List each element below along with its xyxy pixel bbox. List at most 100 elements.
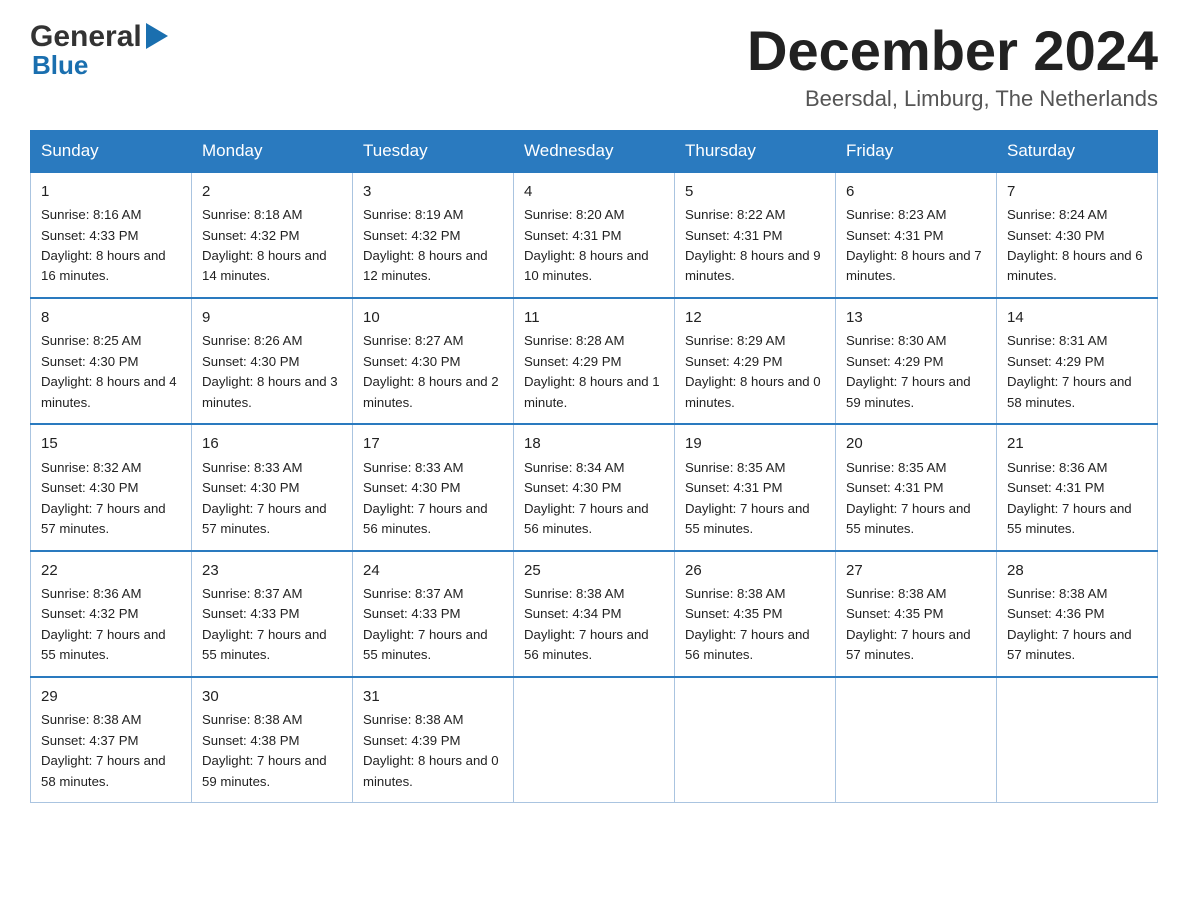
day-number: 4	[524, 181, 664, 204]
calendar-cell: 9 Sunrise: 8:26 AMSunset: 4:30 PMDayligh…	[192, 298, 353, 424]
calendar-cell: 17 Sunrise: 8:33 AMSunset: 4:30 PMDaylig…	[353, 424, 514, 550]
day-number: 7	[1007, 181, 1147, 204]
col-friday: Friday	[836, 130, 997, 172]
day-info: Sunrise: 8:25 AMSunset: 4:30 PMDaylight:…	[41, 333, 177, 409]
calendar-cell: 7 Sunrise: 8:24 AMSunset: 4:30 PMDayligh…	[997, 172, 1158, 298]
day-number: 25	[524, 560, 664, 583]
logo-general-text: General	[30, 20, 142, 54]
calendar-cell: 27 Sunrise: 8:38 AMSunset: 4:35 PMDaylig…	[836, 551, 997, 677]
day-info: Sunrise: 8:35 AMSunset: 4:31 PMDaylight:…	[685, 460, 810, 536]
calendar-cell: 5 Sunrise: 8:22 AMSunset: 4:31 PMDayligh…	[675, 172, 836, 298]
calendar-cell: 31 Sunrise: 8:38 AMSunset: 4:39 PMDaylig…	[353, 677, 514, 803]
day-info: Sunrise: 8:38 AMSunset: 4:35 PMDaylight:…	[685, 586, 810, 662]
calendar-cell: 23 Sunrise: 8:37 AMSunset: 4:33 PMDaylig…	[192, 551, 353, 677]
day-number: 13	[846, 307, 986, 330]
calendar-week-row: 15 Sunrise: 8:32 AMSunset: 4:30 PMDaylig…	[31, 424, 1158, 550]
day-info: Sunrise: 8:29 AMSunset: 4:29 PMDaylight:…	[685, 333, 821, 409]
day-number: 28	[1007, 560, 1147, 583]
month-title: December 2024	[747, 20, 1158, 82]
day-info: Sunrise: 8:18 AMSunset: 4:32 PMDaylight:…	[202, 207, 327, 283]
day-number: 23	[202, 560, 342, 583]
day-number: 24	[363, 560, 503, 583]
calendar-cell: 29 Sunrise: 8:38 AMSunset: 4:37 PMDaylig…	[31, 677, 192, 803]
day-info: Sunrise: 8:24 AMSunset: 4:30 PMDaylight:…	[1007, 207, 1143, 283]
day-info: Sunrise: 8:37 AMSunset: 4:33 PMDaylight:…	[363, 586, 488, 662]
calendar-cell	[836, 677, 997, 803]
day-number: 9	[202, 307, 342, 330]
day-info: Sunrise: 8:36 AMSunset: 4:32 PMDaylight:…	[41, 586, 166, 662]
calendar-header-row: Sunday Monday Tuesday Wednesday Thursday…	[31, 130, 1158, 172]
col-monday: Monday	[192, 130, 353, 172]
calendar-week-row: 29 Sunrise: 8:38 AMSunset: 4:37 PMDaylig…	[31, 677, 1158, 803]
day-info: Sunrise: 8:38 AMSunset: 4:38 PMDaylight:…	[202, 712, 327, 788]
calendar-cell	[514, 677, 675, 803]
day-number: 14	[1007, 307, 1147, 330]
calendar-cell: 30 Sunrise: 8:38 AMSunset: 4:38 PMDaylig…	[192, 677, 353, 803]
day-info: Sunrise: 8:30 AMSunset: 4:29 PMDaylight:…	[846, 333, 971, 409]
day-info: Sunrise: 8:34 AMSunset: 4:30 PMDaylight:…	[524, 460, 649, 536]
calendar-cell: 11 Sunrise: 8:28 AMSunset: 4:29 PMDaylig…	[514, 298, 675, 424]
calendar-cell: 21 Sunrise: 8:36 AMSunset: 4:31 PMDaylig…	[997, 424, 1158, 550]
calendar-cell	[997, 677, 1158, 803]
calendar-cell: 3 Sunrise: 8:19 AMSunset: 4:32 PMDayligh…	[353, 172, 514, 298]
day-info: Sunrise: 8:20 AMSunset: 4:31 PMDaylight:…	[524, 207, 649, 283]
calendar-cell: 2 Sunrise: 8:18 AMSunset: 4:32 PMDayligh…	[192, 172, 353, 298]
calendar-cell: 15 Sunrise: 8:32 AMSunset: 4:30 PMDaylig…	[31, 424, 192, 550]
day-info: Sunrise: 8:38 AMSunset: 4:36 PMDaylight:…	[1007, 586, 1132, 662]
day-number: 29	[41, 686, 181, 709]
calendar-cell: 16 Sunrise: 8:33 AMSunset: 4:30 PMDaylig…	[192, 424, 353, 550]
calendar-cell: 8 Sunrise: 8:25 AMSunset: 4:30 PMDayligh…	[31, 298, 192, 424]
day-number: 1	[41, 181, 181, 204]
day-number: 30	[202, 686, 342, 709]
calendar-cell: 6 Sunrise: 8:23 AMSunset: 4:31 PMDayligh…	[836, 172, 997, 298]
day-info: Sunrise: 8:37 AMSunset: 4:33 PMDaylight:…	[202, 586, 327, 662]
col-thursday: Thursday	[675, 130, 836, 172]
day-info: Sunrise: 8:38 AMSunset: 4:39 PMDaylight:…	[363, 712, 499, 788]
day-number: 10	[363, 307, 503, 330]
calendar-cell: 12 Sunrise: 8:29 AMSunset: 4:29 PMDaylig…	[675, 298, 836, 424]
title-area: December 2024 Beersdal, Limburg, The Net…	[747, 20, 1158, 112]
day-info: Sunrise: 8:38 AMSunset: 4:37 PMDaylight:…	[41, 712, 166, 788]
day-number: 18	[524, 433, 664, 456]
day-info: Sunrise: 8:38 AMSunset: 4:35 PMDaylight:…	[846, 586, 971, 662]
calendar-cell: 20 Sunrise: 8:35 AMSunset: 4:31 PMDaylig…	[836, 424, 997, 550]
calendar-cell: 13 Sunrise: 8:30 AMSunset: 4:29 PMDaylig…	[836, 298, 997, 424]
day-info: Sunrise: 8:26 AMSunset: 4:30 PMDaylight:…	[202, 333, 338, 409]
day-number: 16	[202, 433, 342, 456]
day-number: 11	[524, 307, 664, 330]
day-number: 21	[1007, 433, 1147, 456]
calendar-cell: 4 Sunrise: 8:20 AMSunset: 4:31 PMDayligh…	[514, 172, 675, 298]
calendar-cell: 14 Sunrise: 8:31 AMSunset: 4:29 PMDaylig…	[997, 298, 1158, 424]
calendar-table: Sunday Monday Tuesday Wednesday Thursday…	[30, 130, 1158, 804]
calendar-cell: 19 Sunrise: 8:35 AMSunset: 4:31 PMDaylig…	[675, 424, 836, 550]
day-info: Sunrise: 8:28 AMSunset: 4:29 PMDaylight:…	[524, 333, 660, 409]
calendar-cell: 1 Sunrise: 8:16 AMSunset: 4:33 PMDayligh…	[31, 172, 192, 298]
col-saturday: Saturday	[997, 130, 1158, 172]
day-info: Sunrise: 8:36 AMSunset: 4:31 PMDaylight:…	[1007, 460, 1132, 536]
page-header: General Blue December 2024 Beersdal, Lim…	[30, 20, 1158, 112]
logo-arrow-icon	[146, 23, 168, 49]
calendar-cell: 10 Sunrise: 8:27 AMSunset: 4:30 PMDaylig…	[353, 298, 514, 424]
calendar-cell	[675, 677, 836, 803]
logo-blue-text: Blue	[32, 50, 88, 81]
day-number: 5	[685, 181, 825, 204]
day-info: Sunrise: 8:32 AMSunset: 4:30 PMDaylight:…	[41, 460, 166, 536]
calendar-cell: 25 Sunrise: 8:38 AMSunset: 4:34 PMDaylig…	[514, 551, 675, 677]
calendar-cell: 18 Sunrise: 8:34 AMSunset: 4:30 PMDaylig…	[514, 424, 675, 550]
day-number: 31	[363, 686, 503, 709]
day-info: Sunrise: 8:35 AMSunset: 4:31 PMDaylight:…	[846, 460, 971, 536]
calendar-cell: 22 Sunrise: 8:36 AMSunset: 4:32 PMDaylig…	[31, 551, 192, 677]
day-number: 17	[363, 433, 503, 456]
day-info: Sunrise: 8:31 AMSunset: 4:29 PMDaylight:…	[1007, 333, 1132, 409]
col-sunday: Sunday	[31, 130, 192, 172]
day-number: 22	[41, 560, 181, 583]
col-tuesday: Tuesday	[353, 130, 514, 172]
calendar-cell: 24 Sunrise: 8:37 AMSunset: 4:33 PMDaylig…	[353, 551, 514, 677]
calendar-cell: 26 Sunrise: 8:38 AMSunset: 4:35 PMDaylig…	[675, 551, 836, 677]
day-number: 8	[41, 307, 181, 330]
calendar-cell: 28 Sunrise: 8:38 AMSunset: 4:36 PMDaylig…	[997, 551, 1158, 677]
day-number: 3	[363, 181, 503, 204]
location-subtitle: Beersdal, Limburg, The Netherlands	[747, 86, 1158, 112]
day-number: 2	[202, 181, 342, 204]
day-info: Sunrise: 8:27 AMSunset: 4:30 PMDaylight:…	[363, 333, 499, 409]
